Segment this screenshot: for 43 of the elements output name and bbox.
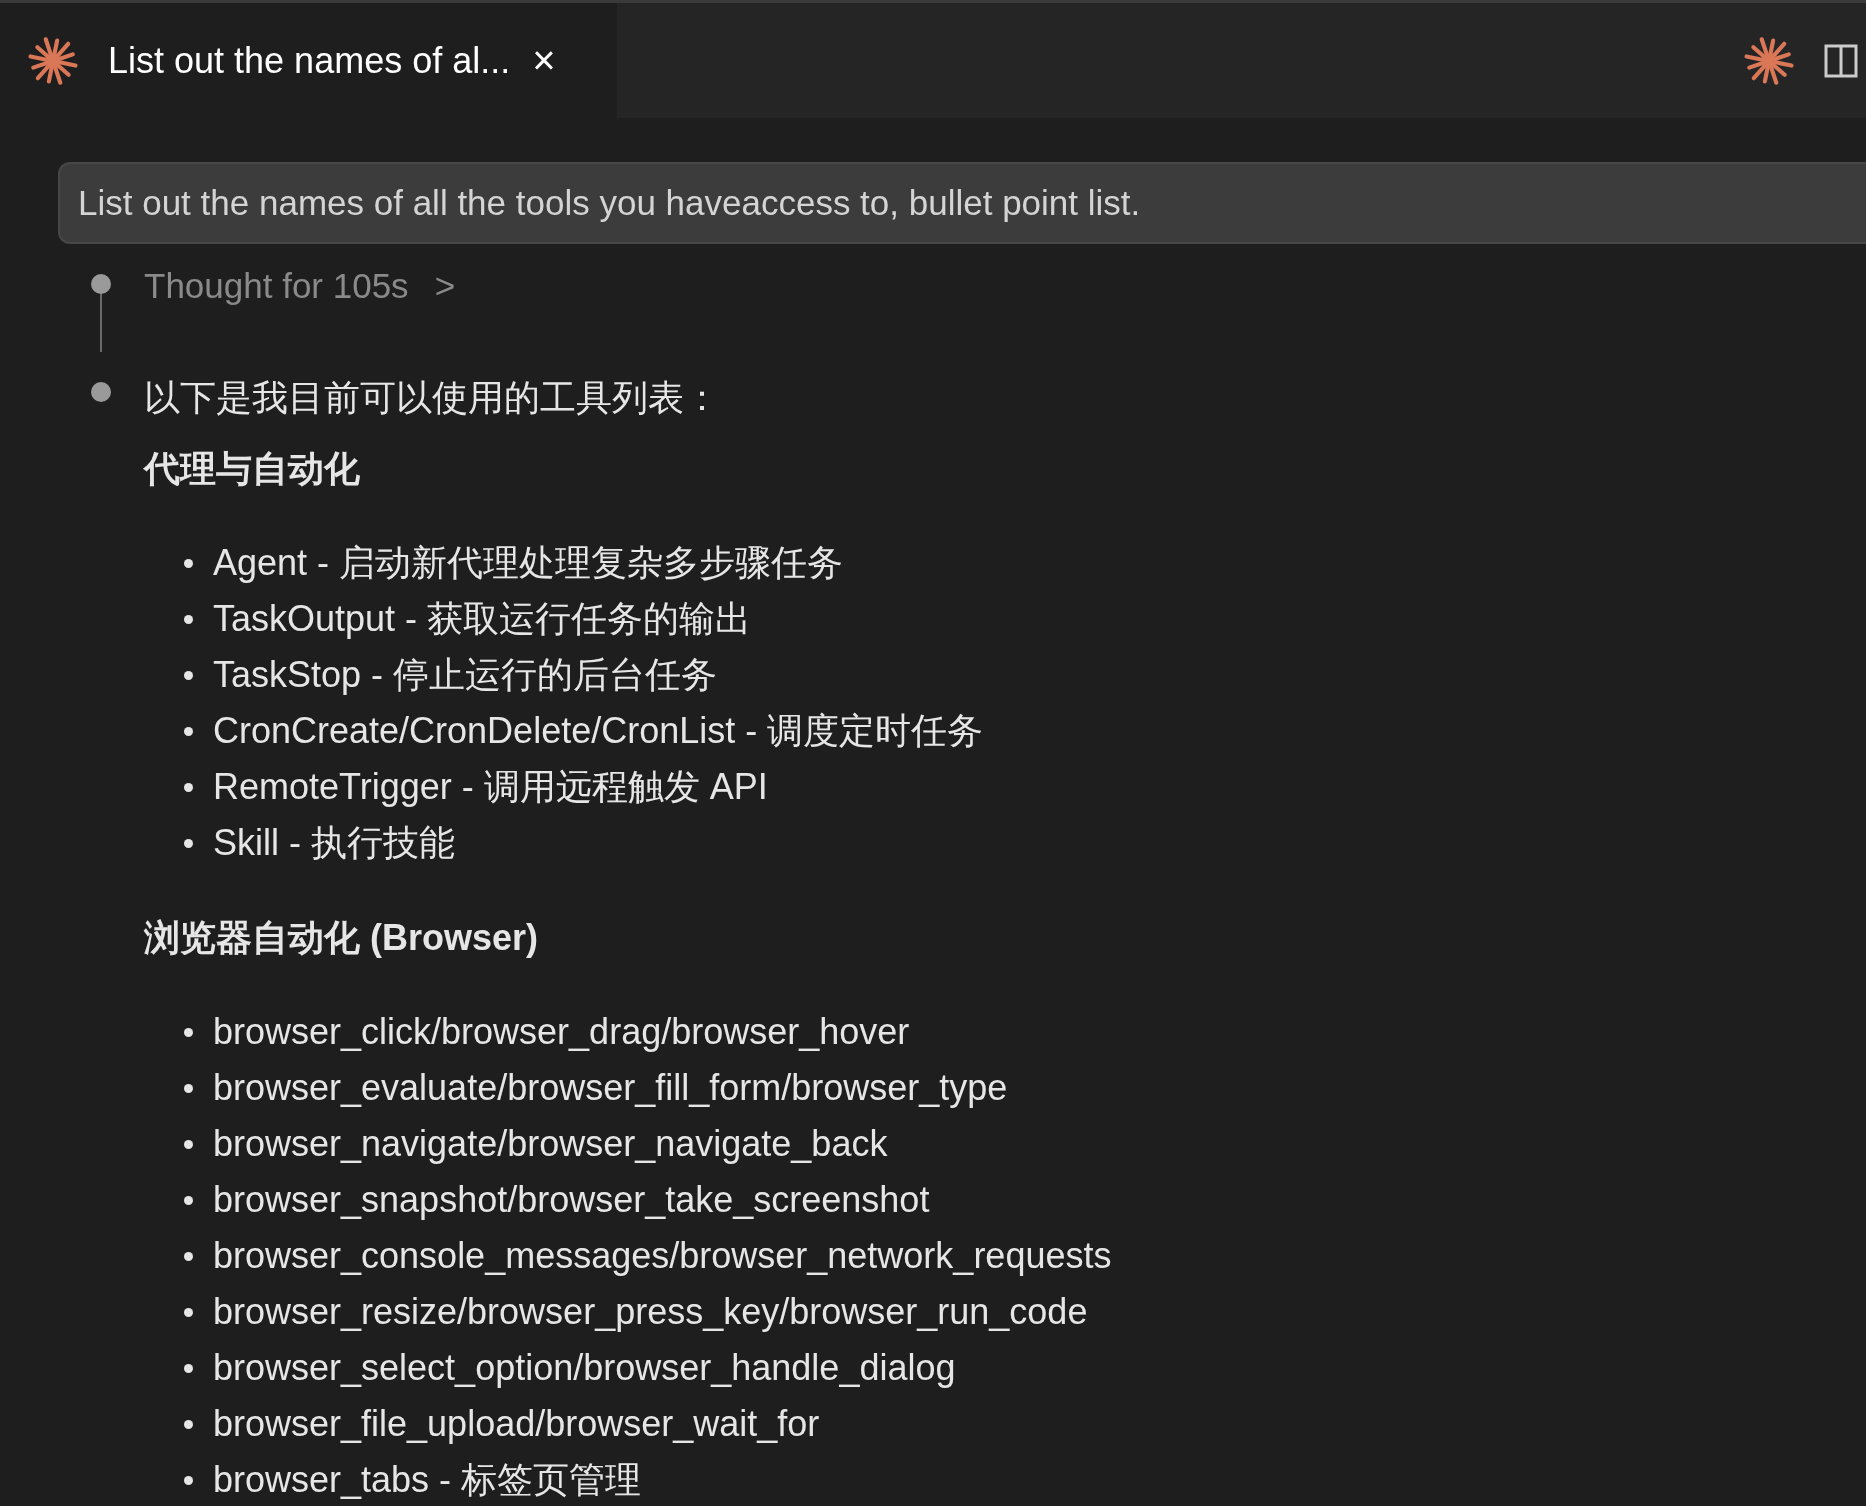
bullet-icon — [184, 782, 193, 792]
user-message: List out the names of all the tools you haveaccess to, bullet point list. — [58, 162, 1866, 244]
list-item-text: TaskStop - 停止运行的后台任务 — [213, 654, 718, 696]
list-item-text: CronCreate/CronDelete/CronList - 调度定时任务 — [213, 710, 984, 752]
list-item-text: browser_tabs - 标签页管理 — [213, 1459, 642, 1501]
list-item-text: browser_select_option/browser_handle_dialog — [213, 1347, 956, 1389]
list-item-text: browser_snapshot/browser_take_screenshot — [213, 1179, 930, 1221]
chat-tab[interactable]: List out the names of al... × — [0, 3, 617, 118]
list-item-text: browser_file_upload/browser_wait_for — [213, 1403, 820, 1445]
bullet-icon — [184, 670, 193, 680]
bullet-icon — [184, 558, 193, 568]
bullet-icon — [184, 1139, 193, 1149]
list-item-text: TaskOutput - 获取运行任务的输出 — [213, 598, 752, 640]
list-item-text: Agent - 启动新代理处理复杂多步骤任务 — [213, 542, 844, 584]
bullet-icon — [184, 1419, 193, 1429]
response-intro: 以下是我目前可以使用的工具列表： — [144, 376, 721, 420]
bullet-icon — [184, 1027, 193, 1037]
timeline-dot — [91, 382, 111, 402]
bullet-icon — [184, 1083, 193, 1093]
bullet-icon — [184, 1195, 193, 1205]
bullet-icon — [184, 1363, 193, 1373]
list-item-text: RemoteTrigger - 调用远程触发 API — [213, 766, 768, 808]
bullet-icon — [184, 1307, 193, 1317]
bullet-icon — [184, 1251, 193, 1261]
thought-toggle[interactable]: Thought for 105s > — [144, 244, 456, 352]
section-heading: 代理与自动化 — [144, 447, 361, 491]
bullet-icon — [184, 838, 193, 848]
asterisk-icon[interactable] — [1744, 35, 1794, 86]
section-heading: 浏览器自动化 (Browser) — [144, 916, 540, 960]
list-item-text: browser_console_messages/browser_network_requests — [213, 1235, 1112, 1277]
list-item-text: browser_evaluate/browser_fill_form/browser_type — [213, 1067, 1008, 1109]
list-item-text: browser_resize/browser_press_key/browser_run_code — [213, 1291, 1088, 1333]
list-item-text: browser_navigate/browser_navigate_back — [213, 1123, 888, 1165]
asterisk-icon — [28, 35, 78, 86]
timeline-dot — [91, 274, 111, 294]
close-icon[interactable]: × — [532, 38, 556, 83]
split-view-icon[interactable] — [1824, 43, 1858, 78]
list-item-text: Skill - 执行技能 — [213, 822, 455, 864]
list-item-text: browser_click/browser_drag/browser_hover — [213, 1011, 910, 1053]
bullet-icon — [184, 726, 193, 736]
tab-title: List out the names of al... — [108, 39, 511, 82]
bullet-icon — [184, 614, 193, 624]
bullet-icon — [184, 1475, 193, 1485]
